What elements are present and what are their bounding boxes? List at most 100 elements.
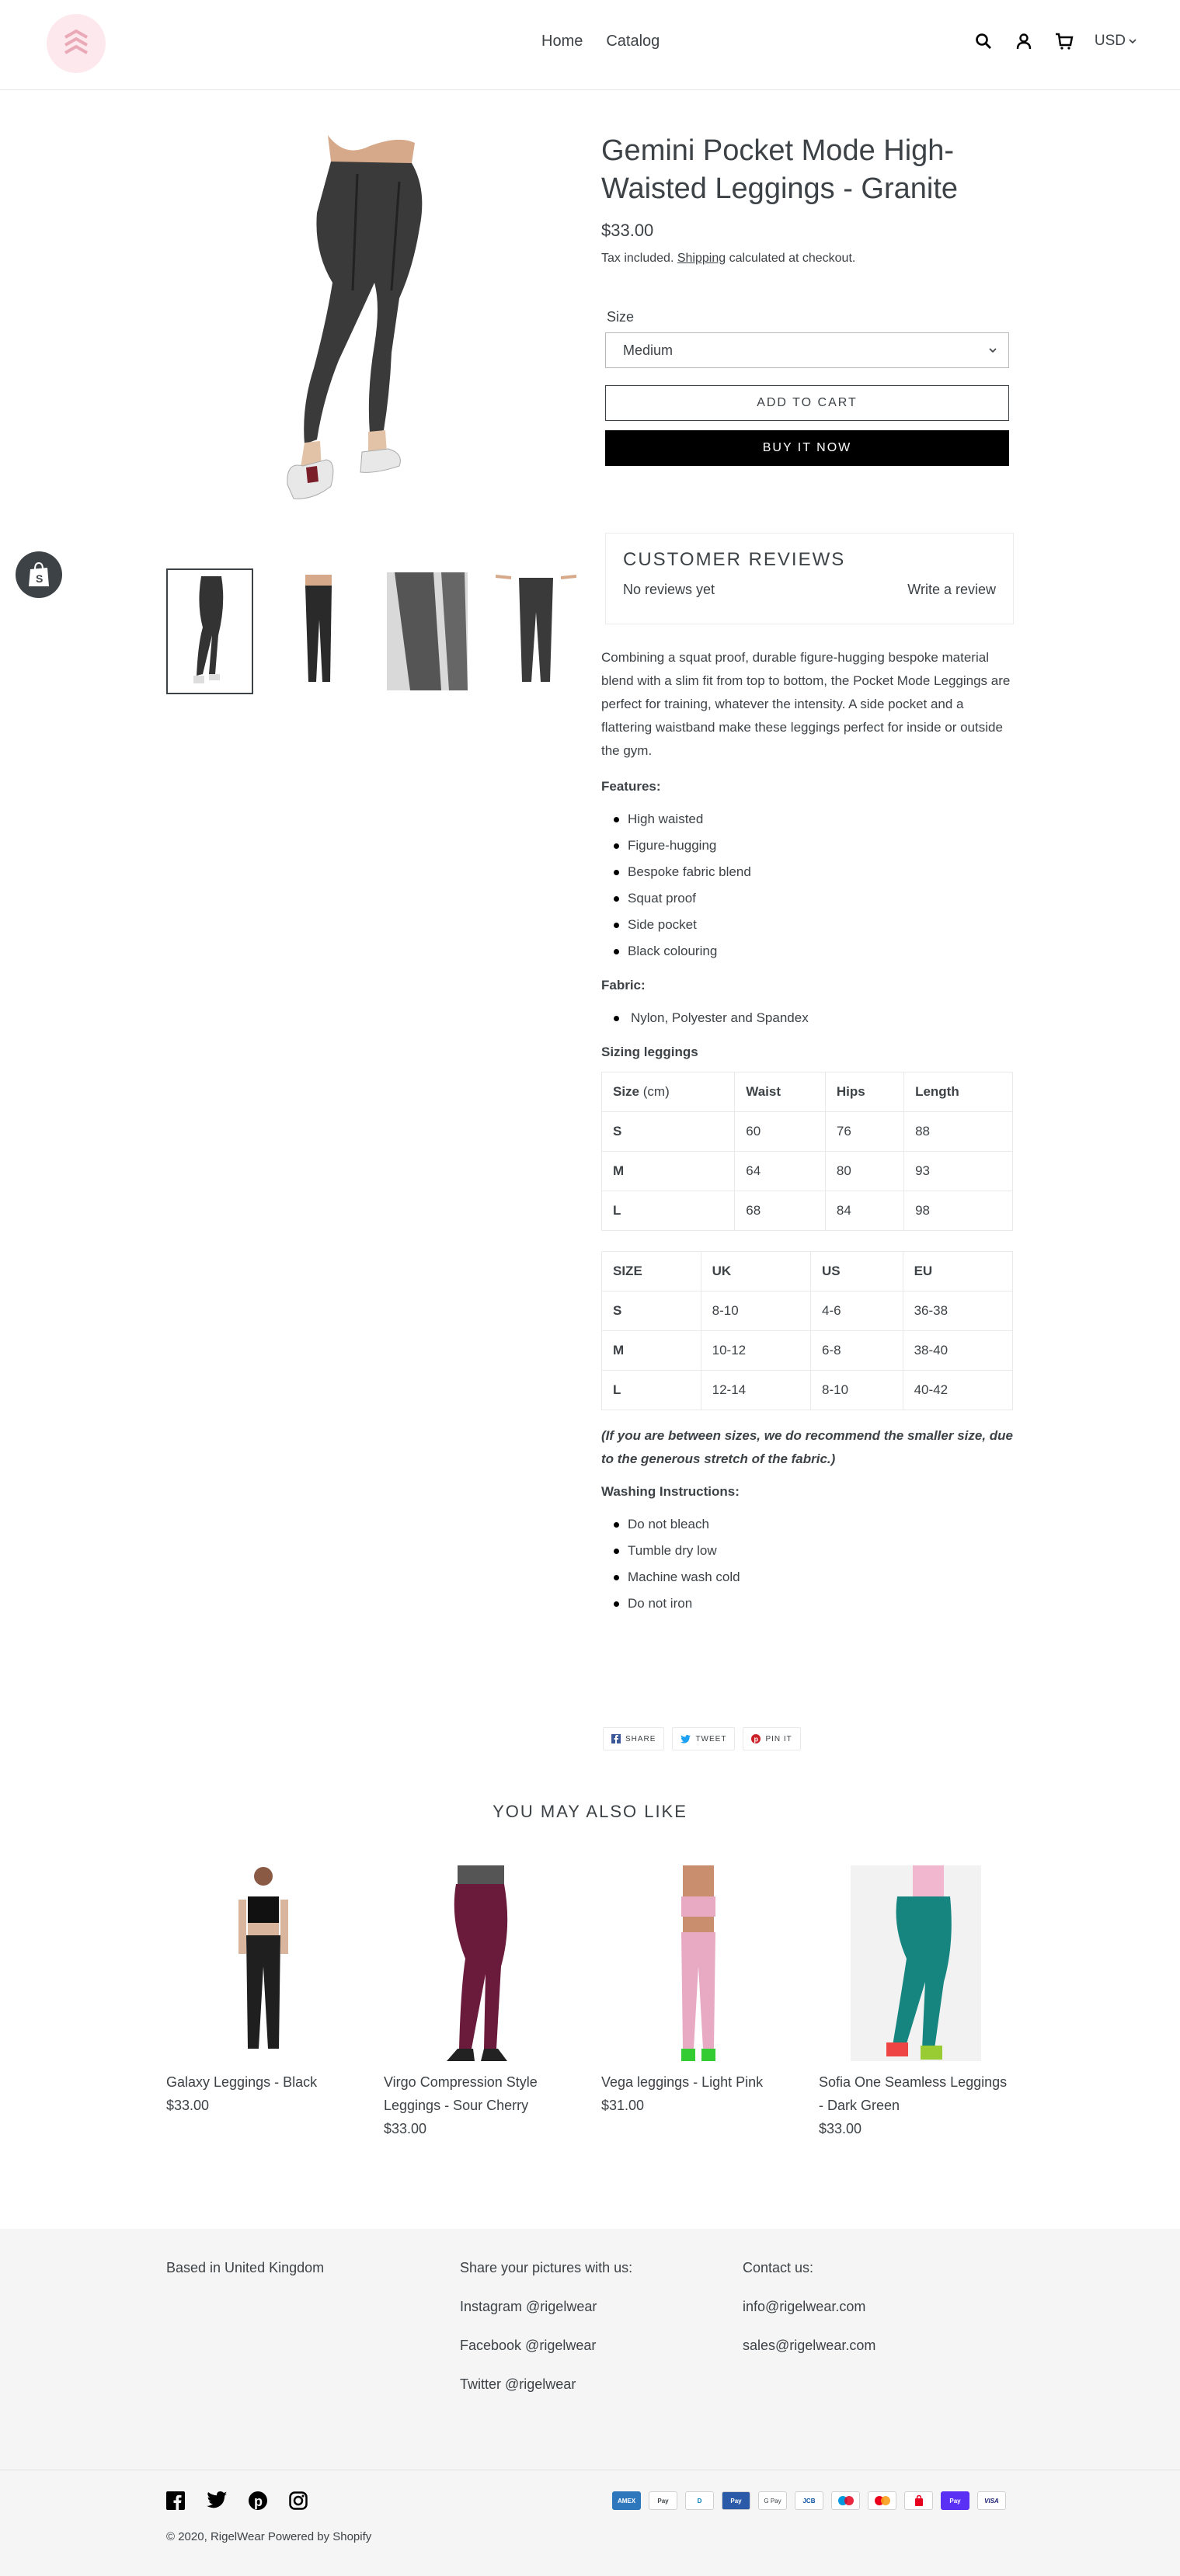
table-cell: 68 [734, 1191, 826, 1231]
footer-email-info[interactable]: info@rigelwear.com [743, 2295, 875, 2318]
product-thumbnail[interactable] [493, 568, 580, 694]
sizing-note: (If you are between sizes, we do recomme… [601, 1428, 1014, 1466]
table-cell: 64 [734, 1151, 826, 1191]
table-row: M 10-12 6-8 38-40 [601, 1330, 1014, 1371]
list-item: Machine wash cold [601, 1564, 1013, 1590]
product-card[interactable]: Virgo Compression Style Leggings - Sour … [384, 1865, 578, 2140]
header-us: US [822, 1264, 841, 1278]
add-to-cart-button[interactable]: ADD TO CART [605, 385, 1009, 421]
tweet-label: TWEET [695, 1734, 727, 1743]
product-card-name[interactable]: Sofia One Seamless Leggings - Dark Green [819, 2070, 1013, 2117]
payment-icons: AMEX Pay D Pay G Pay JCB Pay VISA [612, 2491, 1006, 2510]
facebook-icon[interactable] [166, 2491, 185, 2510]
table-cell: 98 [903, 1191, 1013, 1231]
footer-twitter-link[interactable]: Twitter @rigelwear [460, 2373, 632, 2396]
table-cell: 80 [824, 1151, 905, 1191]
chevrons-logo-icon [64, 29, 88, 54]
share-pinterest-button[interactable]: p PIN IT [743, 1727, 801, 1750]
cell-size: L [613, 1203, 621, 1218]
washing-heading: Washing Instructions: [601, 1484, 740, 1499]
svg-text:p: p [754, 1736, 760, 1743]
list-item: Do not iron [601, 1590, 1013, 1617]
table-cell: 60 [734, 1111, 826, 1152]
product-card-image[interactable] [166, 1865, 360, 2061]
table-row: M 64 80 93 [600, 1151, 1013, 1191]
product-card[interactable]: Vega leggings - Light Pink $31.00 [601, 1865, 795, 2117]
svg-text:p: p [254, 2494, 263, 2509]
product-main-image[interactable] [283, 135, 452, 523]
currency-value: USD [1094, 33, 1126, 49]
table-header-cell: Size (cm) [600, 1072, 736, 1112]
size-table-cm: Size (cm) Waist Hips Length S 60 76 88 M… [600, 1072, 1013, 1231]
write-review-link[interactable]: Write a review [907, 582, 996, 598]
footer-share-title: Share your pictures with us: [460, 2260, 633, 2275]
washing-list: Do not bleach Tumble dry low Machine was… [601, 1511, 1013, 1617]
footer-brand-link[interactable]: RigelWear [211, 2530, 265, 2543]
nav-catalog[interactable]: Catalog [606, 33, 660, 50]
table-cell: 8-10 [700, 1291, 812, 1331]
list-item: Side pocket [601, 912, 1013, 938]
fabric-heading: Fabric: [601, 978, 646, 993]
product-card-image[interactable] [601, 1865, 795, 2061]
twitter-icon [681, 1734, 691, 1743]
shopify-bag-icon[interactable]: S [16, 551, 62, 598]
footer-email-sales[interactable]: sales@rigelwear.com [743, 2334, 875, 2357]
reviews-empty-text: No reviews yet [623, 582, 715, 597]
table-row: S 60 76 88 [600, 1111, 1013, 1152]
product-thumbnail[interactable] [384, 568, 471, 694]
product-thumbnail[interactable] [275, 568, 362, 694]
table-cell: S [601, 1291, 701, 1331]
product-card-name[interactable]: Galaxy Leggings - Black [166, 2070, 360, 2094]
product-card-image[interactable] [384, 1865, 578, 2061]
account-icon[interactable] [1014, 31, 1034, 51]
size-select[interactable]: Medium [605, 332, 1009, 368]
size-select-value: Medium [623, 342, 674, 358]
facebook-icon [611, 1734, 621, 1743]
list-item: Bespoke fabric blend [601, 859, 1013, 885]
list-item: High waisted [601, 806, 1013, 833]
table-cell: 6-8 [810, 1330, 903, 1371]
store-logo[interactable] [47, 14, 106, 73]
buy-now-button[interactable]: BUY IT NOW [605, 430, 1009, 466]
cell-size: M [613, 1163, 625, 1178]
fabric-list: Nylon, Polyester and Spandex [601, 1005, 1013, 1031]
table-header-cell: Waist [734, 1072, 826, 1112]
table-cell: 12-14 [700, 1370, 812, 1410]
table-header-cell: SIZE [601, 1251, 701, 1291]
product-description: Combining a squat proof, durable figure-… [600, 646, 1014, 1626]
table-cell: 84 [824, 1191, 905, 1231]
pinterest-icon[interactable]: p [249, 2491, 267, 2510]
tax-prefix: Tax included. [601, 252, 674, 265]
cart-icon[interactable] [1054, 31, 1074, 51]
site-header: Home Catalog USD [0, 0, 1180, 90]
tax-suffix: calculated at checkout. [729, 252, 856, 265]
product-card-image[interactable] [819, 1865, 1013, 2061]
twitter-icon[interactable] [207, 2491, 227, 2508]
product-card-name[interactable]: Virgo Compression Style Leggings - Sour … [384, 2070, 578, 2117]
product-card[interactable]: Sofia One Seamless Leggings - Dark Green… [819, 1865, 1013, 2140]
product-thumbnail[interactable] [166, 568, 253, 694]
main-nav: Home Catalog [541, 33, 660, 50]
product-card-name[interactable]: Vega leggings - Light Pink [601, 2070, 795, 2094]
nav-home[interactable]: Home [541, 33, 583, 50]
share-twitter-button[interactable]: TWEET [672, 1727, 736, 1750]
footer-facebook-link[interactable]: Facebook @rigelwear [460, 2334, 632, 2357]
search-icon[interactable] [973, 31, 994, 51]
share-facebook-button[interactable]: SHARE [603, 1727, 665, 1750]
footer-instagram-link[interactable]: Instagram @rigelwear [460, 2295, 632, 2318]
cell-size: L [613, 1382, 621, 1397]
product-info: Gemini Pocket Mode High-Waisted Leggings… [601, 132, 1013, 266]
product-card[interactable]: Galaxy Leggings - Black $33.00 [166, 1865, 360, 2117]
instagram-icon[interactable] [289, 2491, 308, 2510]
amex-icon: AMEX [612, 2491, 641, 2510]
powered-by-link[interactable]: Powered by Shopify [268, 2530, 371, 2543]
shipping-link[interactable]: Shipping [677, 252, 726, 265]
header-actions: USD [973, 31, 1136, 51]
currency-selector[interactable]: USD [1095, 33, 1136, 50]
table-row: L 68 84 98 [600, 1191, 1013, 1231]
table-header-cell: Hips [824, 1072, 905, 1112]
customer-reviews: CUSTOMER REVIEWS No reviews yet Write a … [605, 533, 1014, 624]
header-uk: UK [712, 1264, 732, 1278]
table-cell: 76 [824, 1111, 905, 1152]
pin-label: PIN IT [765, 1734, 792, 1743]
